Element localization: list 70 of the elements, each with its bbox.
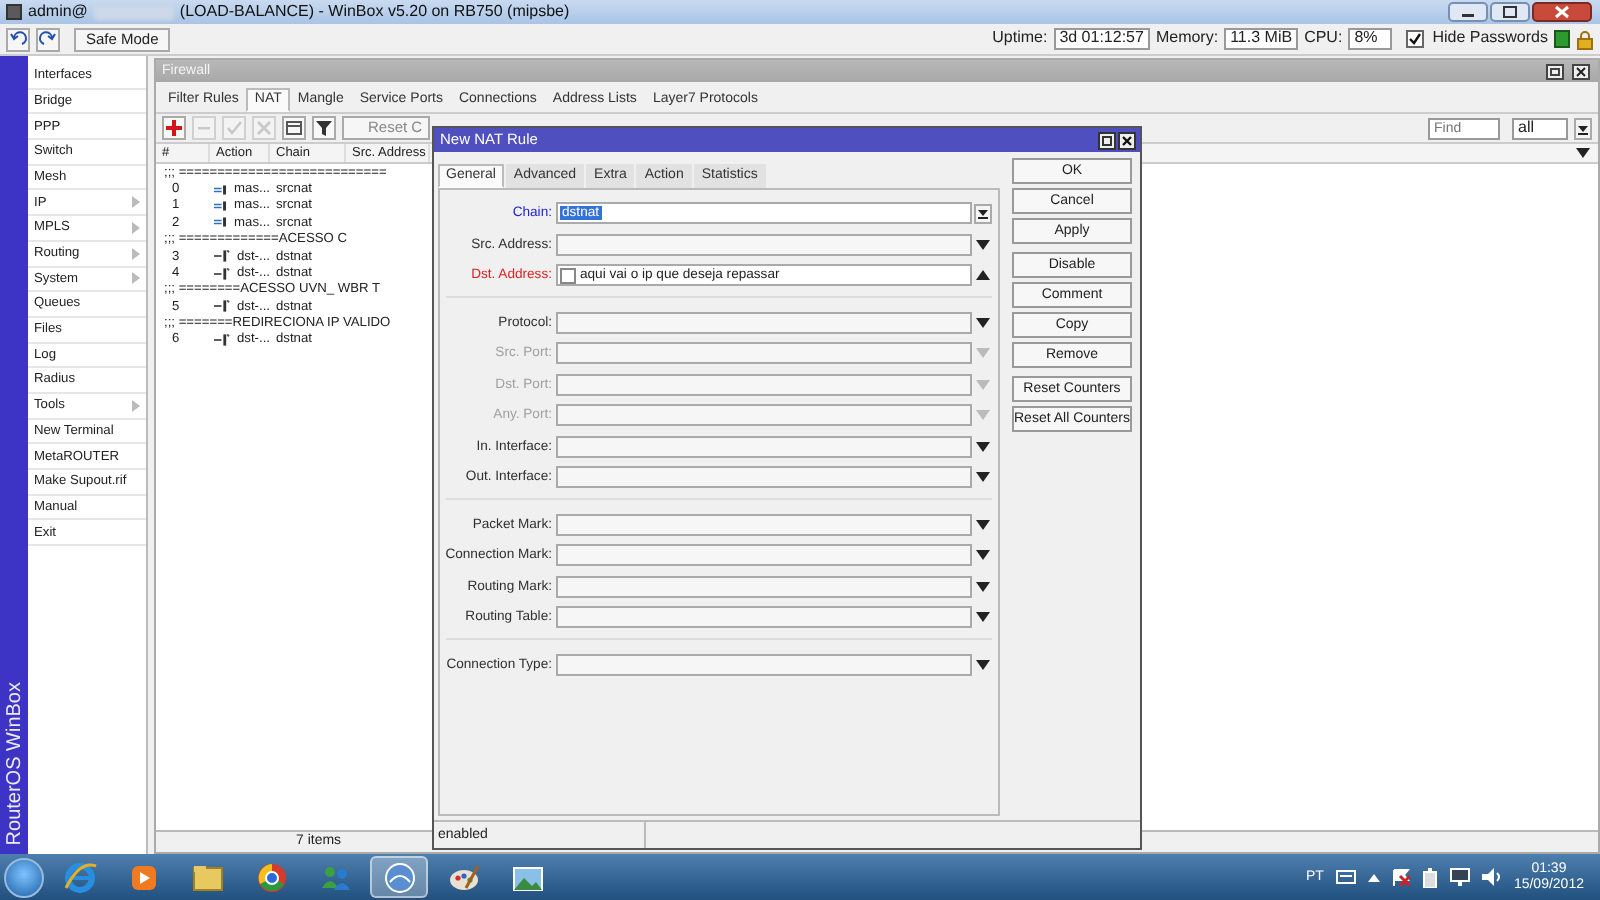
minimize-button[interactable] xyxy=(1448,2,1488,22)
dropdown-arrow-icon[interactable] xyxy=(975,317,989,328)
browser-icon[interactable] xyxy=(61,859,97,895)
filter-button[interactable] xyxy=(312,116,336,140)
status-value: 11.3 MiB xyxy=(1224,28,1299,50)
dropdown-arrow-icon[interactable] xyxy=(975,519,989,530)
keyboard-icon[interactable] xyxy=(1335,870,1356,884)
redo-button[interactable] xyxy=(36,27,60,51)
double-arrow-icon xyxy=(214,216,227,229)
hide-passwords-checkbox[interactable] xyxy=(1406,30,1425,48)
undo-button[interactable] xyxy=(6,27,30,51)
collapse-arrow-icon[interactable] xyxy=(975,270,989,281)
input-field[interactable] xyxy=(556,544,972,567)
filter-dropdown[interactable]: all xyxy=(1512,117,1568,139)
double-arrow-icon xyxy=(214,183,227,196)
dropdown-arrow-icon[interactable] xyxy=(975,550,989,561)
comment-button[interactable] xyxy=(282,116,306,140)
lock-icon xyxy=(1576,29,1594,49)
column-menu-icon[interactable] xyxy=(1576,148,1590,158)
app-icon xyxy=(6,4,22,20)
dropdown-arrow-icon[interactable] xyxy=(975,472,989,483)
status-value: 8% xyxy=(1348,28,1393,50)
input-field[interactable] xyxy=(556,653,972,676)
checkbox-label: Hide Passwords xyxy=(1432,30,1548,48)
close-button[interactable] xyxy=(1532,2,1592,22)
maximize-button[interactable] xyxy=(1098,131,1116,149)
start-button[interactable] xyxy=(4,857,44,897)
input-field[interactable] xyxy=(556,342,972,365)
dropdown-arrow-icon[interactable] xyxy=(975,581,989,592)
dropdown-arrow-icon[interactable] xyxy=(975,441,989,452)
dropdown-arrow-icon[interactable] xyxy=(975,659,989,670)
status-indicator-icon xyxy=(1554,30,1570,48)
negate-checkbox[interactable] xyxy=(560,267,576,284)
window-title: admin@ xyxy=(28,3,88,21)
submenu-arrow-icon xyxy=(132,399,140,412)
add-button[interactable] xyxy=(162,116,186,140)
input-field[interactable] xyxy=(556,606,972,629)
dropdown-arrow-icon[interactable] xyxy=(975,612,989,623)
show-hidden-icons-icon[interactable] xyxy=(1367,873,1380,881)
status-label: CPU: xyxy=(1304,30,1343,48)
input-field[interactable] xyxy=(556,466,972,489)
input-field[interactable] xyxy=(556,575,972,598)
close-button[interactable] xyxy=(1572,63,1590,79)
redacted-block xyxy=(93,5,174,19)
input-field[interactable] xyxy=(556,435,972,458)
dropdown-arrow-icon[interactable] xyxy=(975,239,989,250)
input-field[interactable] xyxy=(556,513,972,536)
input-field[interactable] xyxy=(556,404,972,427)
maximize-button[interactable] xyxy=(1490,2,1530,22)
input-field[interactable] xyxy=(556,233,972,256)
arrow-icon xyxy=(214,334,229,347)
status-label: Memory: xyxy=(1155,30,1219,48)
restore-button[interactable] xyxy=(1546,63,1564,79)
arrow-icon xyxy=(214,300,229,313)
close-button[interactable] xyxy=(1118,131,1136,149)
arrow-icon xyxy=(214,267,229,280)
window-title: (LOAD-BALANCE) - WinBox v5.20 on RB750 (mipsbe) xyxy=(179,3,570,21)
input-field[interactable] xyxy=(556,311,972,334)
flag-icon[interactable] xyxy=(1391,868,1410,886)
status-label: Uptime: xyxy=(992,30,1048,48)
speaker-icon[interactable] xyxy=(1481,868,1502,886)
status-value: 3d 01:12:57 xyxy=(1053,28,1150,50)
battery-icon[interactable] xyxy=(1421,867,1438,887)
arrow-icon xyxy=(214,250,229,263)
browser-icon[interactable] xyxy=(253,859,289,895)
winbox-icon[interactable] xyxy=(381,859,417,895)
side-brand-label: RouterOS WinBox xyxy=(3,682,25,846)
network-icon[interactable] xyxy=(1449,868,1470,886)
input-field[interactable] xyxy=(556,373,972,396)
double-arrow-icon xyxy=(214,199,227,212)
